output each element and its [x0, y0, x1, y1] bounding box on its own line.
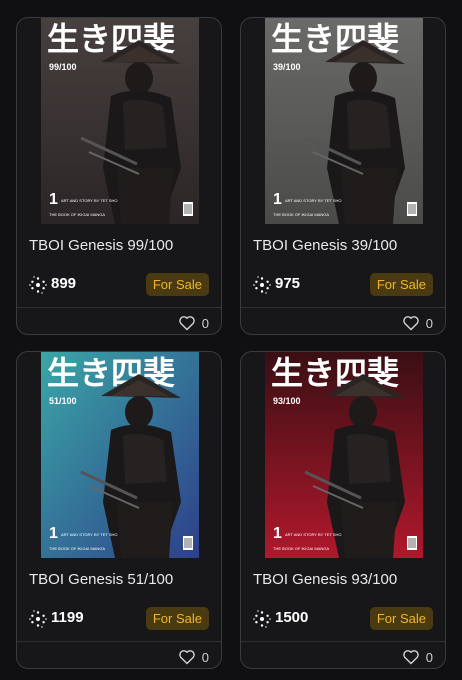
- like-button[interactable]: 0: [178, 648, 209, 666]
- cover-image: 生き四斐 39/100 1 ART AND STORY BY TET SHO T…: [265, 18, 423, 224]
- nft-title[interactable]: TBOI Genesis 51/100: [29, 571, 173, 588]
- cover-credit: ART AND STORY BY TET SHO: [61, 532, 118, 537]
- barcode: [183, 202, 193, 216]
- price-row: 1199 For Sale: [29, 607, 209, 631]
- like-button[interactable]: 0: [402, 648, 433, 666]
- cover-issue: 51/100: [49, 396, 77, 406]
- nft-artwork[interactable]: 生き四斐 99/100 1 ART AND STORY BY TET SHO T…: [41, 18, 199, 224]
- divider: [17, 641, 221, 642]
- nft-title[interactable]: TBOI Genesis 39/100: [253, 237, 397, 254]
- for-sale-badge: For Sale: [145, 607, 209, 630]
- cardano-coin-icon: [29, 610, 47, 628]
- nft-card[interactable]: 生き四斐 39/100 1 ART AND STORY BY TET SHO T…: [240, 17, 446, 335]
- nft-price: 1199: [51, 609, 84, 626]
- divider: [241, 307, 445, 308]
- cover-image: 生き四斐 99/100 1 ART AND STORY BY TET SHO T…: [41, 18, 199, 224]
- cover-book-line: THE BOOK OF IKIGAI MANGA: [273, 212, 329, 217]
- cover-number: 1: [49, 525, 58, 542]
- like-button[interactable]: 0: [178, 314, 209, 332]
- nft-price: 1500: [275, 609, 309, 626]
- like-count: 0: [201, 649, 209, 665]
- cover-credit: ART AND STORY BY TET SHO: [285, 198, 342, 203]
- nft-card[interactable]: 生き四斐 99/100 1 ART AND STORY BY TET SHO T…: [16, 17, 222, 335]
- cover-issue: 39/100: [273, 62, 301, 72]
- for-sale-badge: For Sale: [145, 273, 209, 296]
- cover-book-line: THE BOOK OF IKIGAI MANGA: [49, 212, 105, 217]
- divider: [241, 641, 445, 642]
- nft-artwork[interactable]: 生き四斐 93/100 1 ART AND STORY BY TET SHO T…: [265, 352, 423, 558]
- barcode: [407, 202, 417, 216]
- cover-book-line: THE BOOK OF IKIGAI MANGA: [273, 546, 329, 551]
- barcode: [407, 536, 417, 550]
- cover-image: 生き四斐 93/100 1 ART AND STORY BY TET SHO T…: [265, 352, 423, 558]
- for-sale-badge: For Sale: [369, 273, 433, 296]
- cover-credit: ART AND STORY BY TET SHO: [285, 532, 342, 537]
- nft-title[interactable]: TBOI Genesis 93/100: [253, 571, 397, 588]
- cover-book-line: THE BOOK OF IKIGAI MANGA: [49, 546, 105, 551]
- cardano-coin-icon: [29, 276, 47, 294]
- cover-issue: 99/100: [49, 62, 77, 72]
- divider: [17, 307, 221, 308]
- cover-number: 1: [49, 191, 58, 208]
- nft-artwork[interactable]: 生き四斐 39/100 1 ART AND STORY BY TET SHO T…: [265, 18, 423, 224]
- cover-issue: 93/100: [273, 396, 301, 406]
- heart-outline-icon[interactable]: [178, 649, 196, 665]
- heart-outline-icon[interactable]: [402, 315, 420, 331]
- like-count: 0: [425, 315, 433, 331]
- heart-outline-icon[interactable]: [178, 315, 196, 331]
- nft-price: 975: [275, 275, 301, 292]
- like-count: 0: [201, 315, 209, 331]
- nft-card[interactable]: 生き四斐 93/100 1 ART AND STORY BY TET SHO T…: [240, 351, 446, 669]
- barcode: [183, 536, 193, 550]
- price-row: 1500 For Sale: [253, 607, 433, 631]
- like-button[interactable]: 0: [402, 314, 433, 332]
- price-row: 975 For Sale: [253, 273, 433, 297]
- heart-outline-icon[interactable]: [402, 649, 420, 665]
- cover-credit: ART AND STORY BY TET SHO: [61, 198, 118, 203]
- cover-number: 1: [273, 191, 282, 208]
- cardano-coin-icon: [253, 610, 271, 628]
- nft-price: 899: [51, 275, 77, 292]
- nft-card[interactable]: 生き四斐 51/100 1 ART AND STORY BY TET SHO T…: [16, 351, 222, 669]
- nft-title[interactable]: TBOI Genesis 99/100: [29, 237, 173, 254]
- price-row: 899 For Sale: [29, 273, 209, 297]
- cover-number: 1: [273, 525, 282, 542]
- for-sale-badge: For Sale: [369, 607, 433, 630]
- cover-image: 生き四斐 51/100 1 ART AND STORY BY TET SHO T…: [41, 352, 199, 558]
- like-count: 0: [425, 649, 433, 665]
- cardano-coin-icon: [253, 276, 271, 294]
- nft-artwork[interactable]: 生き四斐 51/100 1 ART AND STORY BY TET SHO T…: [41, 352, 199, 558]
